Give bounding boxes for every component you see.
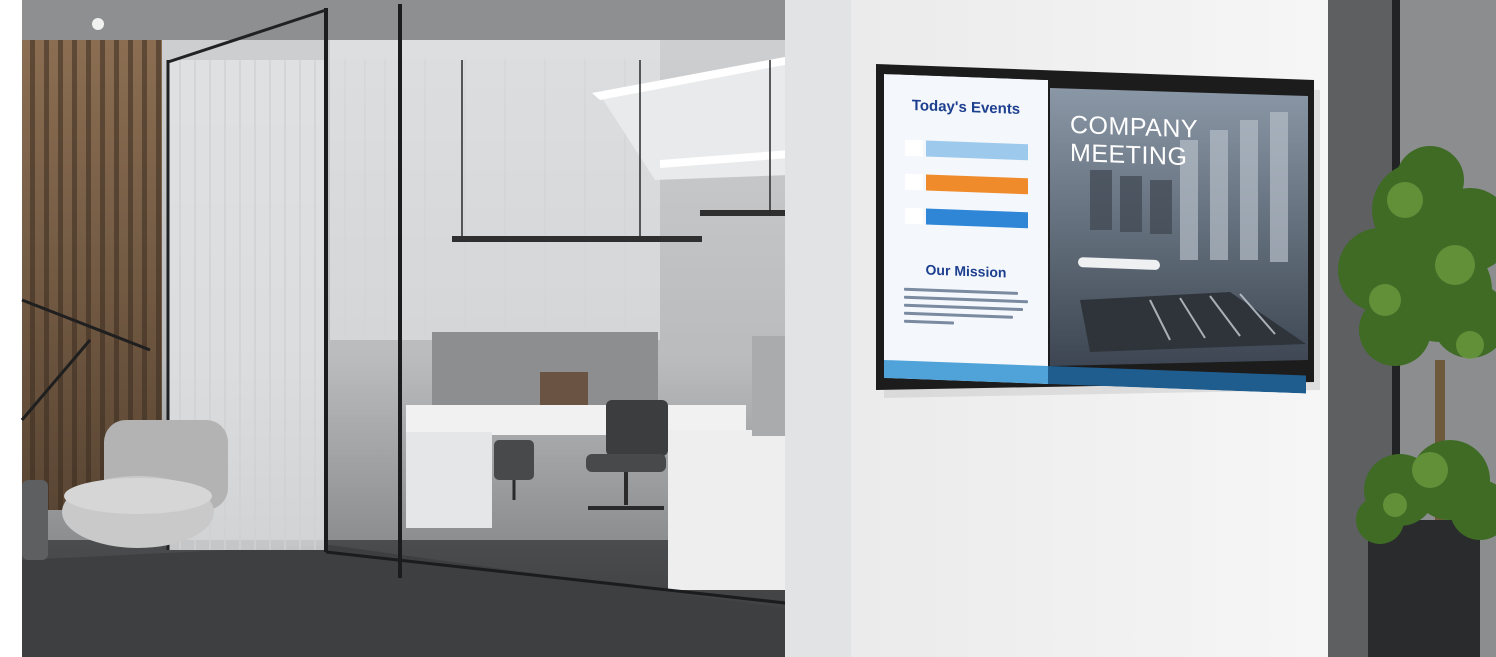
event-item [902,171,1030,198]
event-bar [926,208,1028,229]
meeting-panel: COMPANY MEETING [1048,80,1306,394]
event-time-box [905,207,923,225]
events-title: Today's Events [911,97,1021,118]
company-title-line2: MEETING [1070,138,1188,172]
company-meeting-title: COMPANY MEETING [1070,111,1198,172]
event-time-box [905,173,923,191]
events-panel: Today's Events Our Mission [884,74,1048,385]
office-scene: Today's Events Our Mission COMPANY MEETI… [0,0,1496,657]
event-bar [926,140,1028,161]
meeting-detail-pill [1078,257,1160,271]
event-item [902,137,1030,164]
signage-screen: Today's Events Our Mission COMPANY MEETI… [884,74,1306,394]
mission-text [904,283,1028,333]
event-time-box [905,139,923,157]
mission-title: Our Mission [925,261,1007,281]
event-item [902,205,1030,232]
event-bar [926,174,1028,195]
